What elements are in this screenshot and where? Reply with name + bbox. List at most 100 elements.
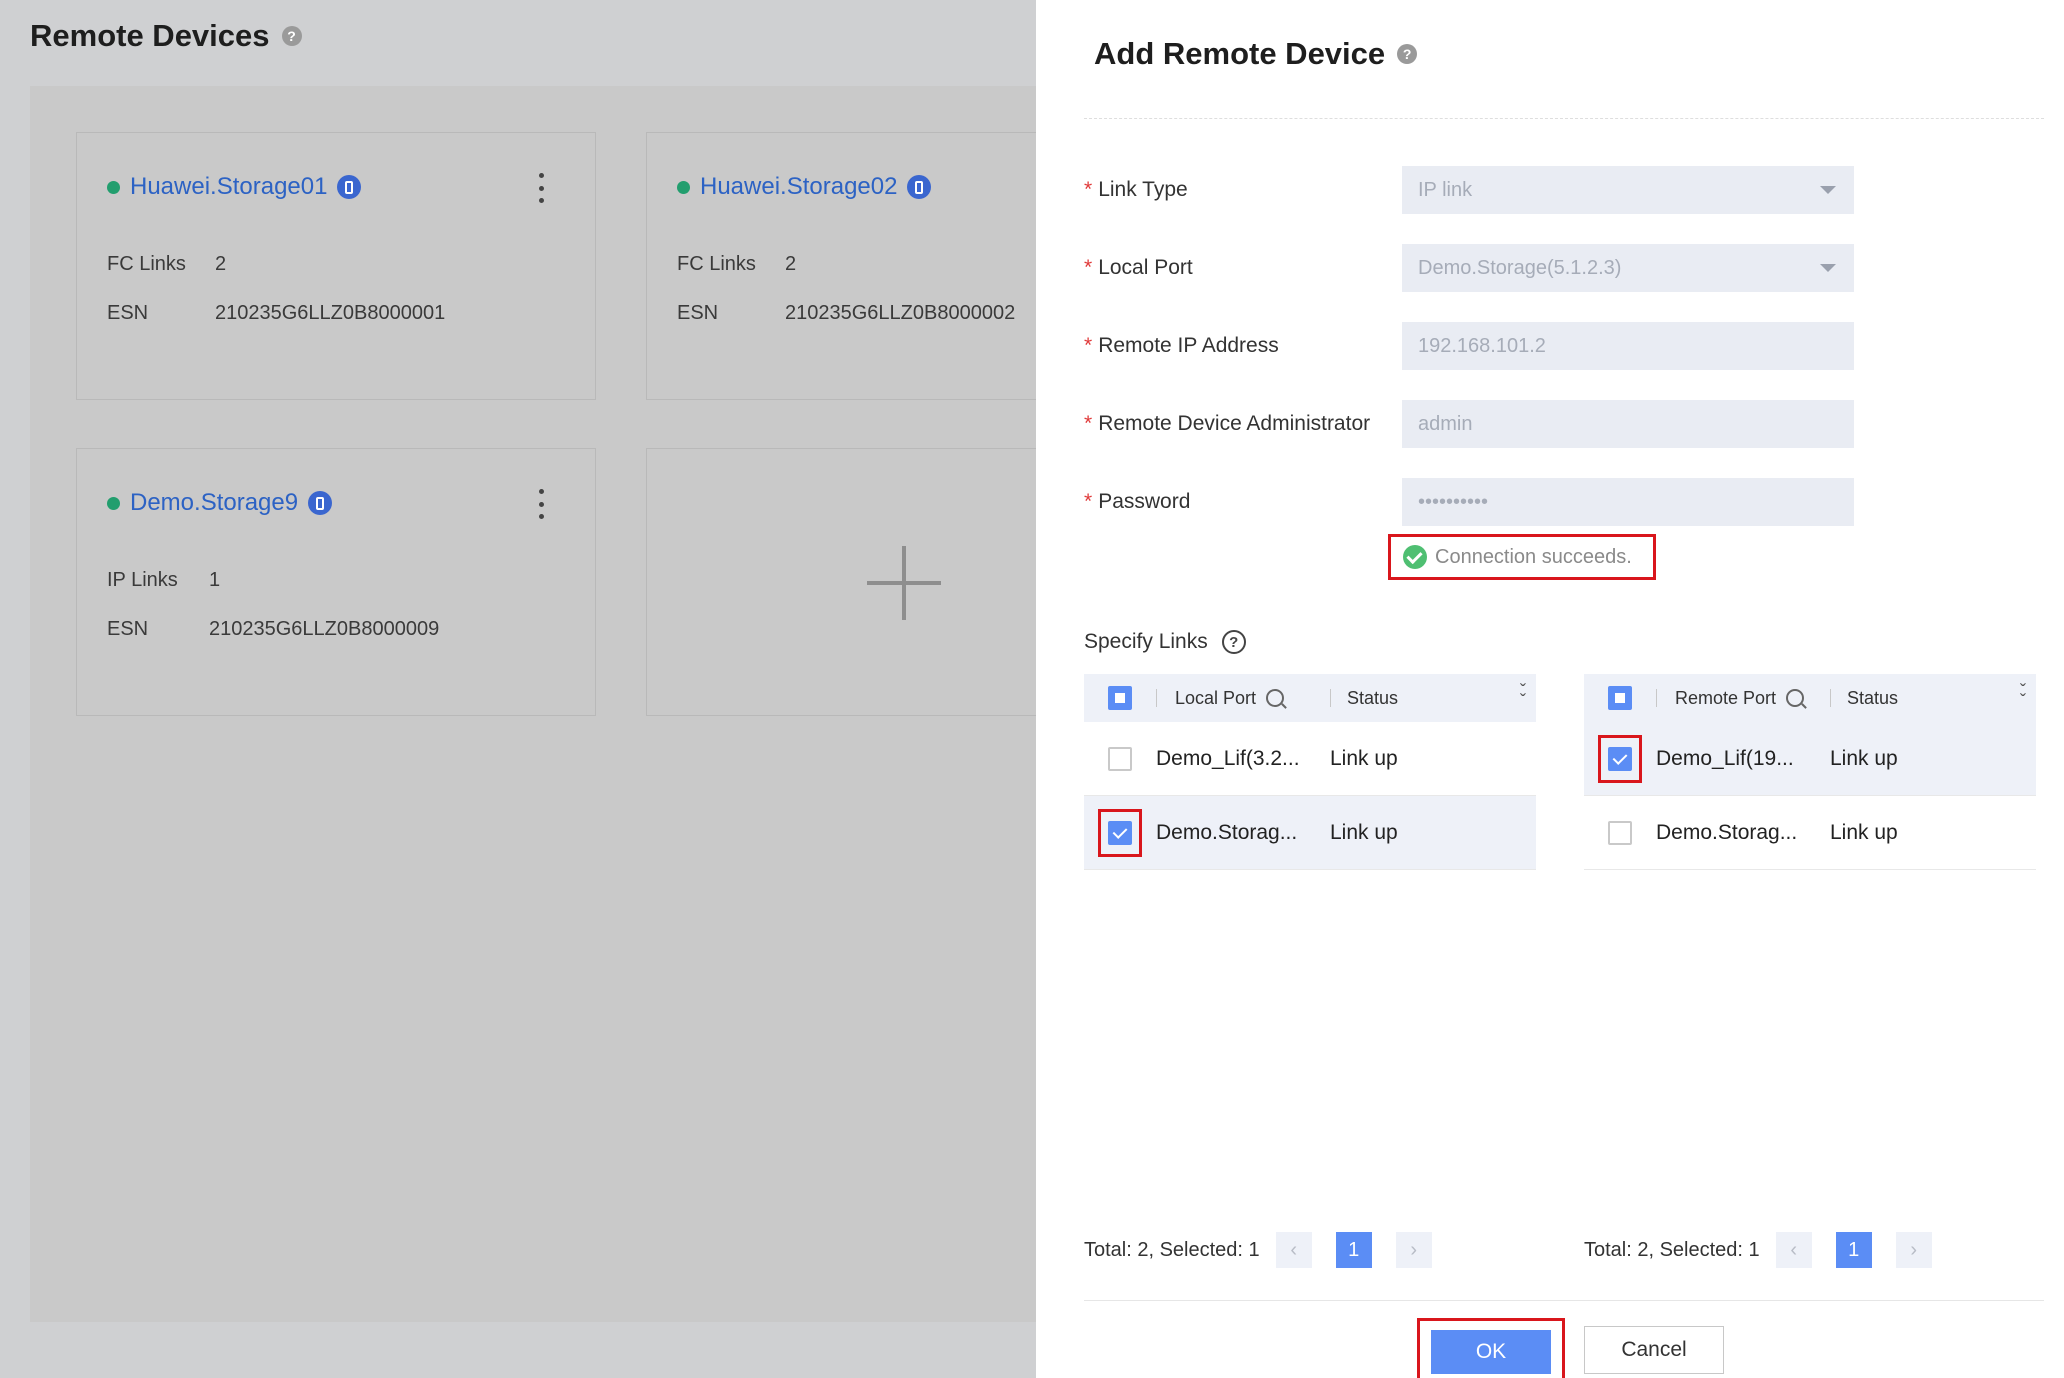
links-row: FC Links 2 — [677, 253, 796, 276]
password-label: * Password — [1084, 490, 1191, 513]
table-row[interactable]: Demo.Storag... Link up — [1584, 796, 2036, 870]
table-row[interactable]: Demo_Lif(3.2... Link up — [1084, 722, 1536, 796]
admin-input[interactable]: admin — [1402, 400, 1854, 448]
table-header: Local Port Status ˇˇ — [1084, 674, 1536, 722]
esn-label: ESN — [677, 302, 719, 324]
col-local-port: Local Port — [1175, 687, 1257, 708]
drawer-title-text: Add Remote Device — [1094, 36, 1386, 71]
remote-pager: Total: 2, Selected: 1 ‹ 1 › — [1584, 1232, 1932, 1268]
esn-row: ESN 210235G6LLZ0B8000002 — [677, 302, 1015, 325]
local-ports-table: Local Port Status ˇˇ Demo_Lif(3.2... Lin… — [1084, 674, 1536, 870]
next-page-icon[interactable]: › — [1895, 1232, 1932, 1268]
more-icon[interactable] — [539, 489, 545, 519]
page-number[interactable]: 1 — [1335, 1232, 1372, 1268]
expand-icon[interactable]: ˇˇ — [2020, 682, 2026, 710]
more-icon[interactable] — [539, 173, 545, 203]
col-remote-port: Remote Port — [1675, 687, 1777, 708]
device-name-link[interactable]: Demo.Storage9 — [130, 489, 298, 517]
device-list-panel: Huawei.Storage01 FC Links 2 ESN 210235G6… — [30, 86, 1066, 1322]
remote-port-cell: Demo_Lif(19... — [1656, 746, 1794, 770]
dropdown-caret-icon — [1820, 264, 1836, 272]
links-value: 2 — [785, 253, 797, 275]
status-cell: Link up — [1830, 820, 1898, 844]
links-value: 1 — [209, 569, 221, 591]
local-port-select[interactable]: Demo.Storage(5.1.2.3) — [1402, 244, 1854, 292]
add-device-card[interactable] — [646, 448, 1066, 716]
select-all-checkbox[interactable] — [1608, 686, 1632, 710]
remote-ip-input[interactable]: 192.168.101.2 — [1402, 322, 1854, 370]
status-dot-icon — [677, 180, 690, 194]
device-name-link[interactable]: Huawei.Storage02 — [700, 173, 897, 201]
device-card-header: Huawei.Storage01 — [107, 173, 362, 201]
add-remote-device-drawer: Add Remote Device ? * Link Type IP link *… — [1036, 0, 2064, 1378]
local-port-cell: Demo.Storag... — [1156, 820, 1298, 844]
table-row[interactable]: Demo_Lif(19... Link up — [1584, 722, 2036, 796]
local-pager: Total: 2, Selected: 1 ‹ 1 › — [1084, 1232, 1432, 1268]
expand-icon[interactable]: ˇˇ — [1520, 682, 1526, 710]
row-checkbox[interactable] — [1608, 746, 1632, 771]
status-dot-icon — [107, 496, 120, 510]
select-all-checkbox[interactable] — [1108, 686, 1132, 710]
question-icon[interactable]: ? — [1221, 630, 1246, 654]
esn-row: ESN 210235G6LLZ0B8000001 — [107, 302, 445, 325]
device-card[interactable]: Huawei.Storage02 FC Links 2 ESN 210235G6… — [646, 132, 1066, 400]
device-card[interactable]: Huawei.Storage01 FC Links 2 ESN 210235G6… — [76, 132, 596, 400]
table-header: Remote Port Status ˇˇ — [1584, 674, 2036, 722]
device-icon — [907, 175, 932, 199]
connection-status: Connection succeeds. — [1388, 534, 1656, 580]
total-text: Total: 2, Selected: 1 — [1584, 1238, 1760, 1261]
links-value: 2 — [215, 253, 227, 275]
ok-button[interactable]: OK — [1431, 1330, 1551, 1374]
link-type-label: * Link Type — [1084, 178, 1188, 201]
device-name-link[interactable]: Huawei.Storage01 — [130, 173, 327, 201]
search-icon[interactable] — [1786, 689, 1805, 707]
help-icon[interactable]: ? — [281, 26, 302, 46]
remote-devices-page: Remote Devices ? Huawei.Storage01 FC Lin… — [0, 0, 1066, 1378]
page-number[interactable]: 1 — [1835, 1232, 1872, 1268]
esn-value: 210235G6LLZ0B8000001 — [215, 302, 446, 324]
drawer-title: Add Remote Device ? — [1094, 36, 1418, 72]
local-port-value: Demo.Storage(5.1.2.3) — [1418, 256, 1622, 279]
row-checkbox[interactable] — [1108, 746, 1132, 771]
status-cell: Link up — [1330, 746, 1398, 770]
next-page-icon[interactable]: › — [1395, 1232, 1432, 1268]
success-icon — [1403, 545, 1427, 569]
link-type-value: IP link — [1418, 178, 1473, 201]
password-input[interactable]: •••••••••• — [1402, 478, 1854, 526]
links-row: FC Links 2 — [107, 253, 226, 276]
device-card-header: Huawei.Storage02 — [677, 173, 932, 201]
esn-row: ESN 210235G6LLZ0B8000009 — [107, 618, 439, 641]
prev-page-icon[interactable]: ‹ — [1775, 1232, 1812, 1268]
dropdown-caret-icon — [1820, 186, 1836, 194]
device-card-header: Demo.Storage9 — [107, 489, 333, 517]
esn-label: ESN — [107, 302, 149, 324]
col-status: Status — [1847, 687, 1899, 708]
row-checkbox[interactable] — [1608, 820, 1632, 845]
link-type-select[interactable]: IP link — [1402, 166, 1854, 214]
links-label: IP Links — [107, 569, 178, 591]
local-port-label: * Local Port — [1084, 256, 1193, 279]
status-cell: Link up — [1830, 746, 1898, 770]
table-row[interactable]: Demo.Storag... Link up — [1084, 796, 1536, 870]
password-value: •••••••••• — [1418, 490, 1489, 513]
col-status: Status — [1347, 687, 1399, 708]
page-title-text: Remote Devices — [30, 18, 270, 53]
admin-value: admin — [1418, 412, 1473, 435]
remote-ip-label: * Remote IP Address — [1084, 334, 1279, 357]
specify-links-label: Specify Links ? — [1084, 630, 1246, 654]
admin-label: * Remote Device Administrator — [1084, 412, 1371, 435]
status-dot-icon — [107, 180, 120, 194]
divider — [1084, 1300, 2044, 1301]
device-card[interactable]: Demo.Storage9 IP Links 1 ESN 210235G6LLZ… — [76, 448, 596, 716]
esn-value: 210235G6LLZ0B8000009 — [209, 618, 440, 640]
links-label: FC Links — [677, 253, 756, 275]
help-icon[interactable]: ? — [1397, 44, 1418, 64]
esn-label: ESN — [107, 618, 149, 640]
row-checkbox[interactable] — [1108, 820, 1132, 845]
cancel-button[interactable]: Cancel — [1584, 1326, 1724, 1374]
search-icon[interactable] — [1266, 689, 1285, 707]
prev-page-icon[interactable]: ‹ — [1275, 1232, 1312, 1268]
remote-ip-value: 192.168.101.2 — [1418, 334, 1546, 357]
device-icon — [337, 175, 362, 199]
links-label: FC Links — [107, 253, 186, 275]
